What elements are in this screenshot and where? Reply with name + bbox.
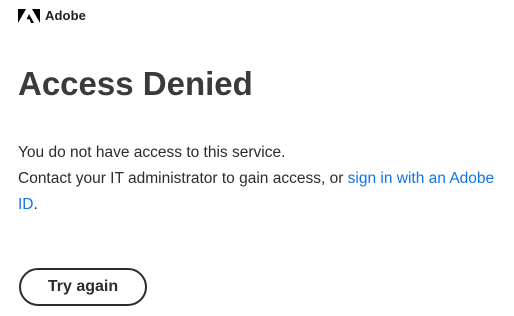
brand-header: Adobe bbox=[18, 8, 86, 23]
message-line-2-text: Contact your IT administrator to gain ac… bbox=[18, 170, 348, 187]
brand-name: Adobe bbox=[45, 8, 86, 23]
access-message: You do not have access to this service. … bbox=[18, 140, 508, 218]
try-again-button[interactable]: Try again bbox=[19, 268, 147, 306]
page-title: Access Denied bbox=[18, 65, 253, 102]
message-line-2-end: . bbox=[33, 196, 38, 213]
message-line-2: Contact your IT administrator to gain ac… bbox=[18, 166, 508, 218]
message-line-1: You do not have access to this service. bbox=[18, 144, 286, 161]
adobe-logo-icon bbox=[18, 8, 40, 23]
